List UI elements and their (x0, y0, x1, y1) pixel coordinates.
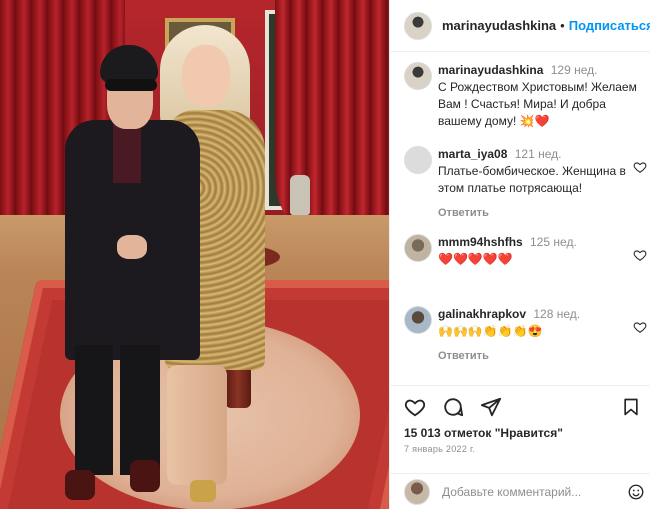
emoji-icon[interactable] (627, 483, 645, 501)
comment-text: 🙌🙌🙌👏👏👏😍 (438, 324, 543, 338)
comment-username[interactable]: marta_iya08 (438, 147, 507, 161)
comment-time[interactable]: 128 нед. (533, 307, 580, 321)
comment-username[interactable]: mmm94hshfhs (438, 235, 523, 249)
comment-text: С Рождеством Христовым! Желаем Вам ! Сча… (438, 80, 637, 128)
heart-icon[interactable] (633, 248, 647, 262)
bookmark-icon[interactable] (621, 396, 641, 418)
follow-button[interactable]: Подписаться (569, 18, 650, 33)
man-scarf (113, 123, 141, 183)
comment-time[interactable]: 129 нед. (551, 63, 598, 77)
add-comment-bar: Добавьте комментарий... (390, 473, 650, 509)
reply-button[interactable]: Ответить (438, 205, 649, 222)
likes-count[interactable]: 15 013 отметок "Нравится" (404, 426, 563, 440)
header-separator: • (560, 18, 565, 33)
list-item: marinayudashkina 129 нед. С Рождеством Х… (404, 62, 649, 130)
photo-vase (290, 175, 310, 215)
header-username[interactable]: marinayudashkina (442, 18, 556, 33)
avatar[interactable] (404, 146, 432, 174)
heart-icon[interactable] (633, 160, 647, 174)
post-side-panel: marinayudashkina • Подписаться marinayud… (389, 0, 650, 509)
comment-time[interactable]: 121 нед. (515, 147, 562, 161)
man-hair (100, 45, 158, 83)
avatar[interactable] (404, 306, 432, 334)
action-icons (404, 396, 502, 418)
list-item: mmm94hshfhs 125 нед. ❤️❤️❤️❤️❤️ (404, 234, 649, 268)
share-icon[interactable] (480, 396, 502, 418)
avatar[interactable] (404, 11, 432, 40)
comment-text: ❤️❤️❤️❤️❤️ (438, 252, 513, 266)
add-comment-input[interactable]: Добавьте комментарий... (442, 485, 627, 499)
avatar (404, 478, 430, 505)
heart-icon[interactable] (633, 320, 647, 334)
comment-text: Платье-бомбическое. Женщина в этом плать… (438, 164, 626, 195)
man-hand (117, 235, 147, 259)
comment-username[interactable]: marinayudashkina (438, 63, 543, 77)
comment-time[interactable]: 125 нед. (530, 235, 577, 249)
comment-icon[interactable] (442, 396, 464, 418)
comment-username[interactable]: galinakhrapkov (438, 307, 526, 321)
photo-man (55, 45, 205, 509)
heart-icon[interactable] (404, 396, 426, 418)
post-date: 7 январь 2022 г. (404, 444, 476, 454)
list-item: marta_iya08 121 нед. Платье-бомбическое.… (404, 146, 649, 222)
list-item: galinakhrapkov 128 нед. 🙌🙌🙌👏👏👏😍 Ответить (404, 306, 649, 365)
man-sunglasses (105, 79, 157, 91)
man-shoe-right (130, 460, 160, 492)
man-shoe-left (65, 470, 95, 500)
avatar[interactable] (404, 62, 432, 90)
post-actions: 15 013 отметок "Нравится" 7 январь 2022 … (390, 385, 650, 485)
comments-list[interactable]: marinayudashkina 129 нед. С Рождеством Х… (390, 52, 650, 382)
avatar[interactable] (404, 234, 432, 262)
reply-button[interactable]: Ответить (438, 348, 649, 365)
man-leg-left (75, 345, 113, 475)
post-photo[interactable] (0, 0, 389, 509)
man-leg-right (120, 345, 160, 475)
post-header: marinayudashkina • Подписаться (390, 0, 650, 52)
